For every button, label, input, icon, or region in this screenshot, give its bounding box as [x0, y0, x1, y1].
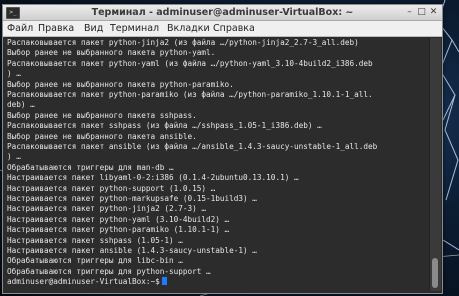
- close-button[interactable]: ✕: [428, 7, 439, 17]
- terminal-output[interactable]: Распаковывается пакет python-jinja2 (из …: [5, 38, 426, 291]
- terminal-line: Распаковывается пакет sshpass (из файла …: [7, 121, 322, 131]
- terminal-line: Обрабатываются триггеры для man-db …: [7, 162, 174, 172]
- terminal-line: Настраивается пакет python-jinja2 (2.7-3…: [7, 204, 207, 214]
- terminal-line: Выбор ранее не выбранного пакета python-…: [7, 48, 216, 58]
- terminal-line: Настраивается пакет libyaml-0-2:i386 (0.…: [7, 173, 299, 183]
- terminal-line: ) …: [7, 152, 21, 162]
- shell-prompt: adminuser@adminuser-VirtualBox:~$: [7, 277, 160, 287]
- terminal-line: deb) …: [7, 100, 35, 110]
- window-title: Терминал - adminuser@adminuser-VirtualBo…: [91, 7, 354, 18]
- menu-terminal[interactable]: Терминал: [110, 22, 159, 35]
- vertical-scrollbar[interactable]: [429, 38, 441, 291]
- terminal-line: Обрабатываются триггеры для python-suppo…: [7, 266, 211, 276]
- scrollbar-thumb[interactable]: [432, 258, 438, 288]
- terminal-line: Распаковывается пакет python-yaml (из фа…: [7, 58, 373, 68]
- terminal-line: Выбор ранее не выбранного пакета ansible…: [7, 131, 197, 141]
- menu-bar: Файл Правка Вид Терминал Вкладки Справка: [3, 21, 442, 37]
- terminal-line: Обрабатываются триггеры для libc-bin …: [7, 256, 183, 266]
- menu-file[interactable]: Файл: [7, 22, 33, 35]
- terminal-line: Выбор ранее не выбранного пакета python-…: [7, 79, 234, 89]
- title-bar[interactable]: >_ Терминал - adminuser@adminuser-Virtua…: [3, 5, 442, 21]
- maximize-button[interactable]: □: [416, 7, 427, 17]
- menu-view[interactable]: Вид: [84, 22, 103, 35]
- terminal-line: ) …: [7, 69, 21, 79]
- menu-edit[interactable]: Правка: [38, 22, 74, 35]
- terminal-line: Настраивается пакет ansible (1.4.3-saucy…: [7, 246, 257, 255]
- terminal-line: Выбор ранее не выбранного пакета sshpass…: [7, 110, 197, 120]
- terminal-line: Настраивается пакет python-paramiko (1.1…: [7, 225, 230, 235]
- menu-tabs[interactable]: Вкладки: [167, 22, 210, 35]
- terminal-line: Распаковывается пакет python-paramiko (и…: [7, 90, 373, 99]
- menu-help[interactable]: Справка: [213, 22, 255, 35]
- terminal-line: Настраивается пакет python-markupsafe (0…: [7, 194, 257, 203]
- text-cursor: [161, 277, 167, 286]
- terminal-line: Настраивается пакет python-support (1.0.…: [7, 183, 216, 193]
- terminal-window: >_ Терминал - adminuser@adminuser-Virtua…: [2, 4, 443, 294]
- terminal-line: Настраивается пакет python-yaml (3.10-4b…: [7, 214, 230, 224]
- terminal-prompt-line[interactable]: adminuser@adminuser-VirtualBox:~$: [7, 277, 167, 287]
- terminal-line: Настраивается пакет sshpass (1.05-1) …: [7, 235, 183, 245]
- terminal-line: Распаковывается пакет python-jinja2 (из …: [7, 38, 359, 47]
- terminal-line: Распаковывается пакет ansible (из файла …: [7, 142, 378, 151]
- minimize-button[interactable]: –: [404, 7, 415, 17]
